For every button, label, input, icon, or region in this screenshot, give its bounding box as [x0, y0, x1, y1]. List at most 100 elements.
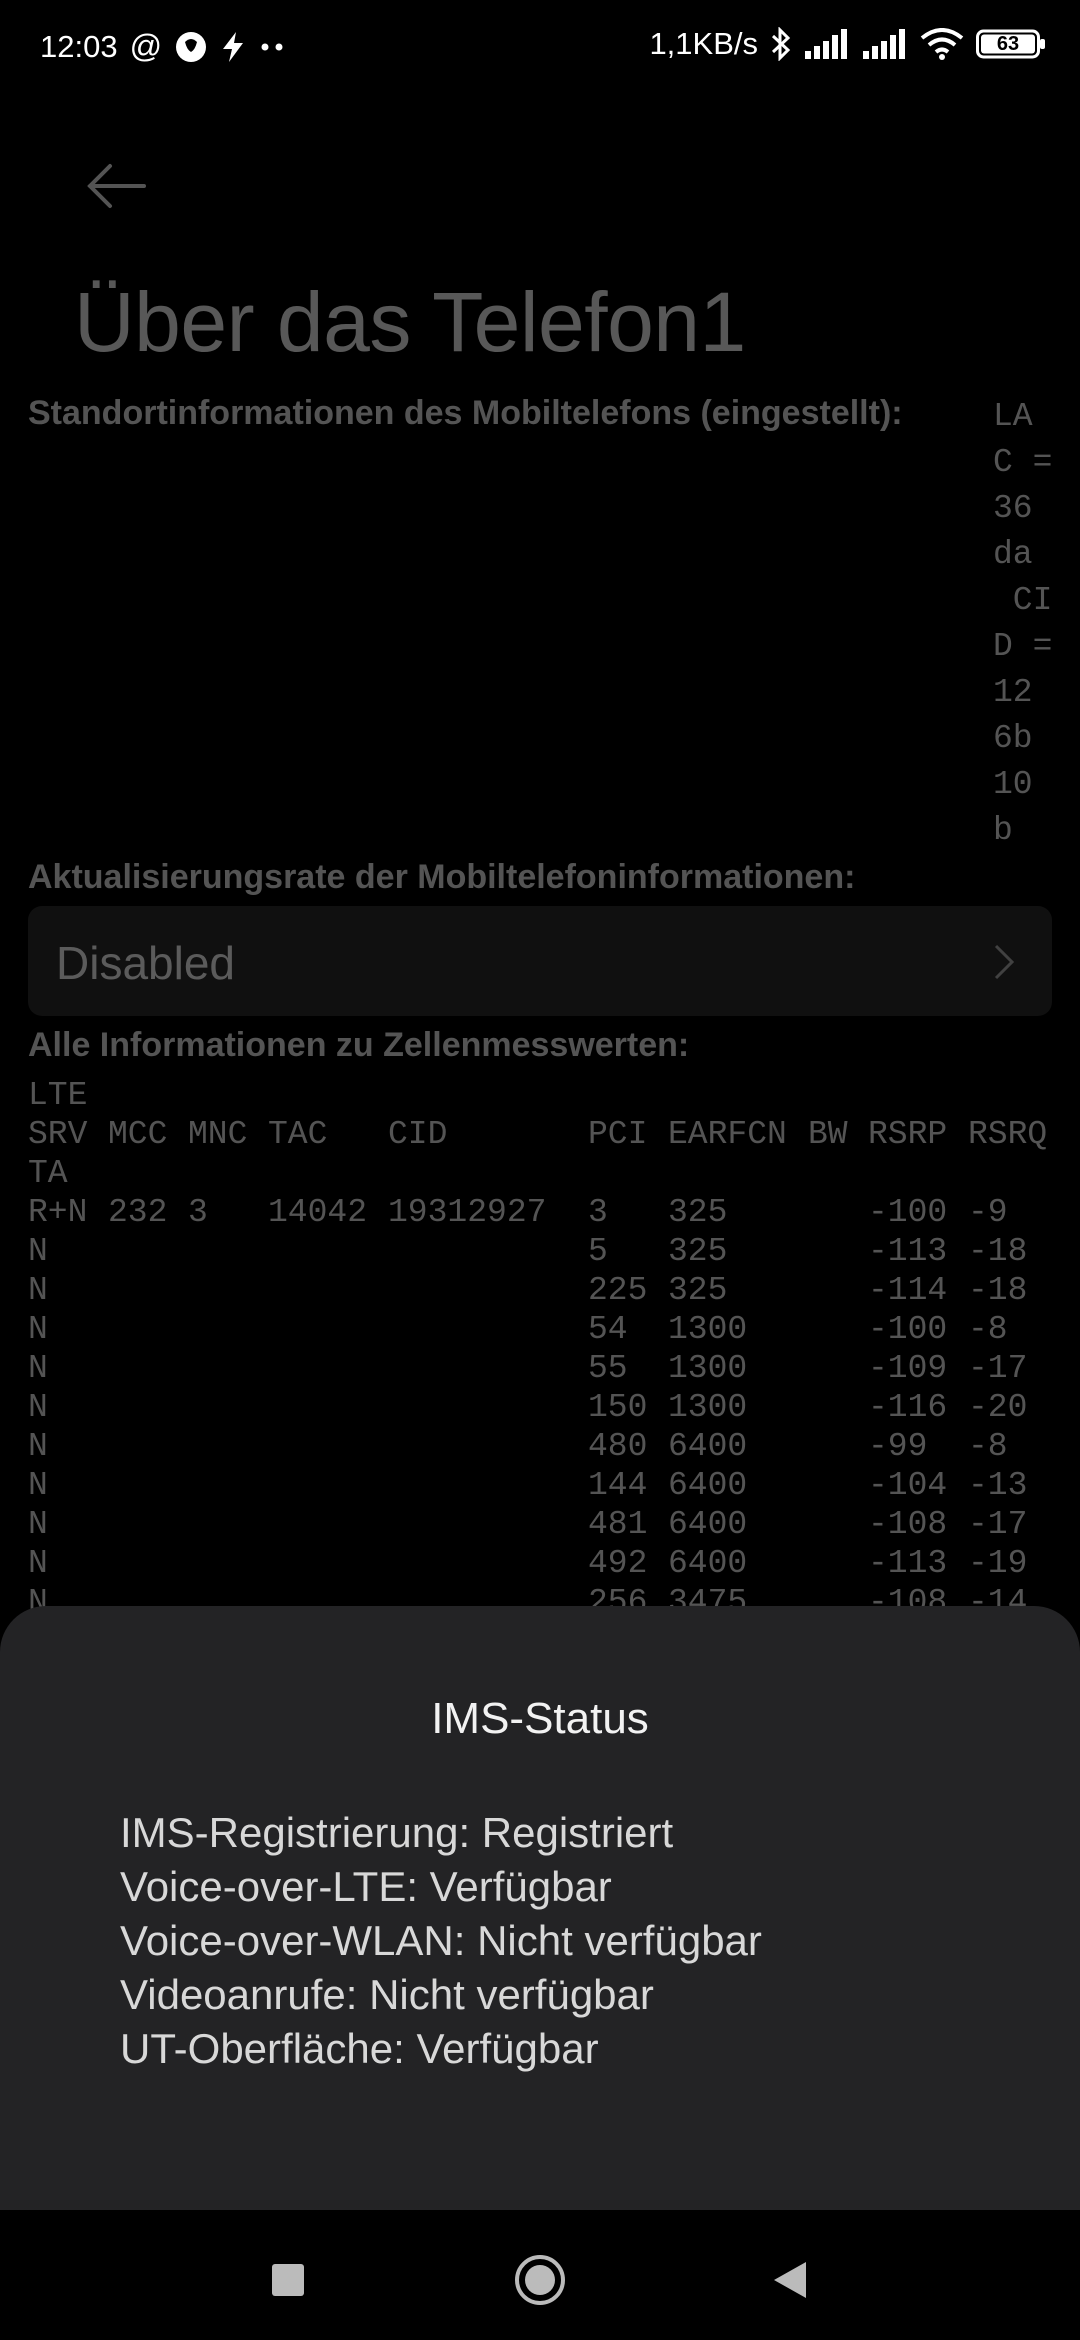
cell-mcc: [108, 1232, 188, 1271]
cell-bw: [808, 1193, 868, 1232]
cell-tech: LTE: [28, 1077, 88, 1114]
cell-pci: 5: [588, 1233, 608, 1270]
home-button[interactable]: [510, 2250, 570, 2310]
cell-mcc: [108, 1505, 188, 1544]
navigation-bar: [0, 2210, 1080, 2340]
cell-mcc: [108, 1427, 188, 1466]
cell-mcc: [108, 1310, 188, 1349]
cell-rsrq: -9: [968, 1194, 1008, 1231]
cell-tech-row: LTE: [28, 1076, 1058, 1115]
header-srv: SRV: [28, 1116, 88, 1153]
battery-level: 63: [996, 33, 1020, 55]
cell-tac: [268, 1466, 388, 1505]
battery-icon: 63: [976, 29, 1046, 59]
cell-rsrp: -113: [868, 1545, 948, 1582]
cell-pci: 150: [588, 1389, 648, 1426]
ut-interface-line: UT-Oberfläche: Verfügbar: [120, 2025, 599, 2072]
cell-rsrq: -17: [968, 1350, 1028, 1387]
cell-earfcn: 6400: [668, 1428, 748, 1465]
cell-mcc: [108, 1544, 188, 1583]
cell-info-table: LTE SRV MCC MNC TAC CID PCI EARFCN BW RS…: [28, 1076, 1058, 1622]
cell-row: R+N 232 3 14042 19312927 3 325 -100 -9: [28, 1193, 1058, 1232]
cell-rsrp: -100: [868, 1311, 948, 1348]
arrow-left-icon: [87, 164, 146, 208]
status-bar: 12:03 @ 1,1KB/s 63: [0, 0, 1080, 96]
cell-pci: 55: [588, 1350, 628, 1387]
cell-mcc: 232: [108, 1194, 168, 1231]
back-button[interactable]: [74, 146, 154, 226]
cell-cid: [388, 1310, 588, 1349]
cell-row: N 492 6400 -113 -19: [28, 1544, 1058, 1583]
cell-srv: N: [28, 1506, 48, 1543]
cell-rsrp: -100: [868, 1194, 948, 1231]
cell-pci: 144: [588, 1467, 648, 1504]
recents-square-icon: [272, 2264, 304, 2296]
clock: 12:03: [40, 28, 118, 64]
cell-bw: [808, 1466, 868, 1505]
net-speed: 1,1KB/s: [649, 26, 758, 61]
cell-srv: N: [28, 1428, 48, 1465]
cell-rsrq: -13: [968, 1467, 1028, 1504]
cell-rsrp: -104: [868, 1467, 948, 1504]
location-info-label: Standortinformationen des Mobiltelefons …: [28, 394, 903, 432]
cell-row: N 144 6400 -104 -13: [28, 1466, 1058, 1505]
cell-bw: [808, 1427, 868, 1466]
cell-cid: [388, 1388, 588, 1427]
cell-row: N 55 1300 -109 -17: [28, 1349, 1058, 1388]
cell-rsrp: -114: [868, 1272, 948, 1309]
header-mcc: MCC: [108, 1116, 168, 1153]
cell-earfcn: 1300: [668, 1311, 748, 1348]
cell-cid: [388, 1271, 588, 1310]
cell-rsrq: -8: [968, 1428, 1008, 1465]
signal-icon: [862, 29, 908, 59]
cell-cid: [388, 1232, 588, 1271]
cell-tac: [268, 1310, 388, 1349]
cell-rsrp: -109: [868, 1350, 948, 1387]
header-rsrp: RSRP: [868, 1116, 948, 1153]
cell-pci: 481: [588, 1506, 648, 1543]
cell-mnc: [188, 1505, 268, 1544]
cell-earfcn: 1300: [668, 1389, 748, 1426]
cell-pci: 54: [588, 1311, 628, 1348]
status-bar-left: 12:03 @: [40, 28, 288, 65]
cell-cid: [388, 1544, 588, 1583]
more-dots-icon: [258, 42, 288, 52]
cell-pci: 492: [588, 1545, 648, 1582]
cell-mnc: [188, 1232, 268, 1271]
cell-srv: N: [28, 1545, 48, 1582]
cell-bw: [808, 1544, 868, 1583]
dialog-content: IMS-Registrierung: Registriert Voice-ove…: [120, 1806, 762, 2076]
cell-row: N 480 6400 -99 -8: [28, 1427, 1058, 1466]
cell-rsrq: -18: [968, 1233, 1028, 1270]
header-ta: TA: [28, 1155, 68, 1192]
header-mnc: MNC: [188, 1116, 248, 1153]
header-pci: PCI: [588, 1116, 648, 1153]
refresh-rate-select[interactable]: Disabled: [28, 906, 1052, 1016]
refresh-rate-value: Disabled: [56, 937, 235, 989]
cell-earfcn: 6400: [668, 1467, 748, 1504]
cell-row: N 5 325 -113 -18: [28, 1232, 1058, 1271]
cell-tac: [268, 1388, 388, 1427]
back-triangle-icon: [774, 2262, 806, 2298]
cell-mnc: [188, 1349, 268, 1388]
cell-earfcn: 325: [668, 1272, 728, 1309]
vowifi-line: Voice-over-WLAN: Nicht verfügbar: [120, 1917, 762, 1964]
cell-cid: 19312927: [388, 1194, 547, 1231]
header-earfcn: EARFCN: [668, 1116, 787, 1153]
status-bar-right: 1,1KB/s 63: [649, 26, 1046, 62]
back-nav-button[interactable]: [760, 2250, 820, 2310]
cell-pci: 480: [588, 1428, 648, 1465]
cell-mnc: [188, 1310, 268, 1349]
cell-header-wrap-row: TA: [28, 1154, 1058, 1193]
ims-registration-line: IMS-Registrierung: Registriert: [120, 1809, 674, 1856]
cell-row: N 225 325 -114 -18: [28, 1271, 1058, 1310]
chevron-right-icon: [992, 942, 1016, 987]
cell-rsrp: -113: [868, 1233, 948, 1270]
location-info-value: LA C = 36 da CI D = 12 6b 10 b: [993, 398, 1053, 849]
recents-button[interactable]: [258, 2250, 318, 2310]
cell-mnc: [188, 1466, 268, 1505]
ims-status-dialog: IMS-Status IMS-Registrierung: Registrier…: [0, 1606, 1080, 2210]
cell-bw: [808, 1349, 868, 1388]
cell-srv: R+N: [28, 1194, 88, 1231]
cell-tac: [268, 1427, 388, 1466]
